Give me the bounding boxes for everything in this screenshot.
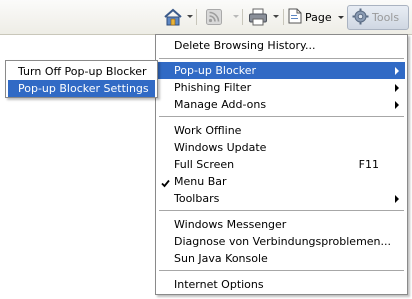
popup-blocker-submenu: Turn Off Pop-up Blocker Pop-up Blocker S… — [5, 60, 158, 98]
submenu-arrow-icon — [395, 67, 399, 75]
tools-menu: Delete Browsing History... Pop-up Blocke… — [155, 34, 408, 295]
home-button[interactable] — [163, 7, 183, 27]
menu-item-label: Work Offline — [174, 124, 242, 137]
page-menu-label: Page — [305, 11, 332, 24]
toolbar-separator — [283, 9, 284, 25]
submenu-item-turn-off-popup-blocker[interactable]: Turn Off Pop-up Blocker — [8, 63, 155, 80]
submenu-item-label: Pop-up Blocker Settings — [18, 82, 149, 95]
menu-item-toolbars[interactable]: Toolbars — [158, 190, 405, 207]
home-icon — [163, 8, 183, 27]
menu-separator — [159, 210, 404, 211]
shortcut-text: F11 — [358, 158, 379, 171]
menu-item-windows-messenger[interactable]: Windows Messenger — [158, 216, 405, 233]
page-dropdown-caret — [337, 16, 344, 19]
menu-item-label: Sun Java Konsole — [174, 252, 268, 265]
feeds-button[interactable] — [205, 7, 223, 27]
page-icon — [288, 8, 302, 27]
print-icon — [248, 8, 268, 26]
menu-item-manage-add-ons[interactable]: Manage Add-ons — [158, 96, 405, 113]
tools-menu-button[interactable]: Tools — [347, 5, 409, 30]
menu-item-label: Windows Messenger — [174, 218, 287, 231]
submenu-item-label: Turn Off Pop-up Blocker — [18, 65, 147, 78]
feeds-icon — [206, 9, 222, 25]
menu-item-label: Diagnose von Verbindungsproblemen... — [174, 235, 392, 248]
toolbar-separator — [196, 9, 197, 25]
menu-item-sun-java-console[interactable]: Sun Java Konsole — [158, 250, 405, 267]
menu-item-popup-blocker[interactable]: Pop-up Blocker — [158, 62, 405, 79]
submenu-item-popup-blocker-settings[interactable]: Pop-up Blocker Settings — [8, 80, 155, 97]
menu-item-label: Pop-up Blocker — [174, 64, 257, 77]
menu-item-full-screen[interactable]: Full Screen F11 — [158, 156, 405, 173]
menu-item-label: Menu Bar — [174, 175, 227, 188]
submenu-arrow-icon — [395, 101, 399, 109]
menu-item-diagnose-connection[interactable]: Diagnose von Verbindungsproblemen... — [158, 233, 405, 250]
menu-item-label: Delete Browsing History... — [174, 39, 316, 52]
menu-separator — [159, 270, 404, 271]
home-dropdown-caret[interactable] — [187, 15, 193, 18]
command-bar: Page Tools — [0, 0, 412, 35]
menu-item-label: Manage Add-ons — [174, 98, 267, 111]
menu-item-phishing-filter[interactable]: Phishing Filter — [158, 79, 405, 96]
menu-separator — [159, 58, 404, 59]
menu-item-menu-bar[interactable]: Menu Bar — [158, 173, 405, 190]
menu-item-internet-options[interactable]: Internet Options — [158, 276, 405, 293]
menu-item-delete-browsing-history[interactable]: Delete Browsing History... — [158, 37, 405, 54]
menu-item-label: Phishing Filter — [174, 81, 252, 94]
menu-item-work-offline[interactable]: Work Offline — [158, 122, 405, 139]
tools-menu-label: Tools — [372, 11, 400, 24]
menu-item-label: Windows Update — [174, 141, 267, 154]
submenu-arrow-icon — [395, 195, 399, 203]
print-dropdown-caret[interactable] — [273, 15, 279, 18]
gear-icon — [352, 8, 369, 28]
toolbar-separator — [242, 9, 243, 25]
menu-separator — [159, 116, 404, 117]
feeds-dropdown-caret — [233, 15, 239, 18]
menu-item-windows-update[interactable]: Windows Update — [158, 139, 405, 156]
print-button[interactable] — [248, 7, 268, 27]
menu-item-label: Toolbars — [174, 192, 220, 205]
page-menu-button[interactable]: Page — [288, 8, 344, 27]
submenu-arrow-icon — [395, 84, 399, 92]
menu-item-label: Internet Options — [174, 278, 264, 291]
menu-item-label: Full Screen — [174, 158, 235, 171]
